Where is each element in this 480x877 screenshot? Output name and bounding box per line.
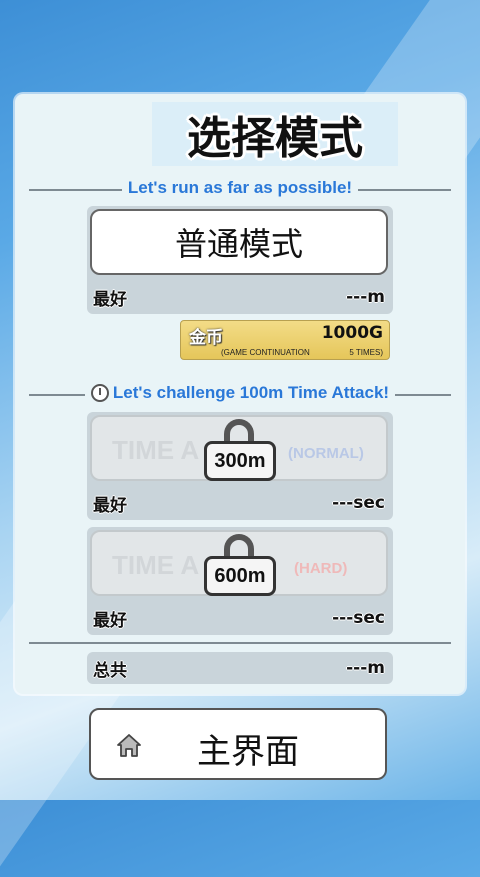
- coin-continue-box[interactable]: 金币 1000G (GAME CONTINUATION 5 TIMES): [180, 320, 390, 360]
- lock-icon: 600m: [204, 534, 278, 596]
- best-label: 最好: [93, 289, 127, 310]
- best-value: ---sec: [332, 608, 385, 628]
- time-attack-label: TIME A: [112, 435, 200, 465]
- coin-amount: 1000G: [321, 323, 383, 343]
- total-block: 总共 ---m: [87, 652, 393, 684]
- title-box: 选择模式: [152, 102, 398, 166]
- time-attack-normal-button[interactable]: TIME A (NORMAL) 300m: [90, 415, 388, 481]
- best-label: 最好: [93, 610, 127, 631]
- time-attack-hard-button[interactable]: TIME A (HARD) 600m: [90, 530, 388, 596]
- coin-times: 5 TIMES): [349, 348, 383, 357]
- stopwatch-icon: [90, 384, 109, 402]
- unlock-distance: 600m: [204, 556, 276, 596]
- time-attack-normal-best-row: 最好 ---sec: [93, 492, 385, 516]
- unlock-distance: 300m: [204, 441, 276, 481]
- time-attack-mode: (HARD): [294, 560, 348, 577]
- page-title: 选择模式: [187, 113, 363, 164]
- time-attack-hard-block: TIME A (HARD) 600m 最好 ---sec: [87, 527, 393, 635]
- home-button[interactable]: 主界面: [89, 708, 387, 780]
- time-attack-hard-best-row: 最好 ---sec: [93, 607, 385, 631]
- time-attack-label: TIME A: [112, 550, 200, 580]
- normal-mode-button[interactable]: 普通模式: [90, 209, 388, 275]
- coin-note: (GAME CONTINUATION: [221, 348, 310, 357]
- best-value: ---m: [346, 287, 385, 307]
- lock-icon: 300m: [204, 419, 278, 481]
- total-label: 总共: [93, 660, 127, 681]
- normal-mode-block: 普通模式 最好 ---m: [87, 206, 393, 314]
- total-value: ---m: [346, 658, 385, 678]
- divider: [29, 642, 451, 644]
- mode-select-panel: 选择模式 Let's run as far as possible! 普通模式 …: [15, 94, 465, 694]
- normal-tagline: Let's run as far as possible!: [15, 178, 465, 198]
- best-value: ---sec: [332, 493, 385, 513]
- home-label: 主界面: [197, 732, 299, 772]
- normal-best-row: 最好 ---m: [93, 286, 385, 310]
- coin-label: 金币: [189, 328, 223, 348]
- time-attack-tagline: Let's challenge 100m Time Attack!: [15, 383, 465, 403]
- best-label: 最好: [93, 495, 127, 516]
- total-row: 总共 ---m: [93, 657, 385, 681]
- time-attack-normal-block: TIME A (NORMAL) 300m 最好 ---sec: [87, 412, 393, 520]
- time-attack-mode: (NORMAL): [288, 445, 364, 462]
